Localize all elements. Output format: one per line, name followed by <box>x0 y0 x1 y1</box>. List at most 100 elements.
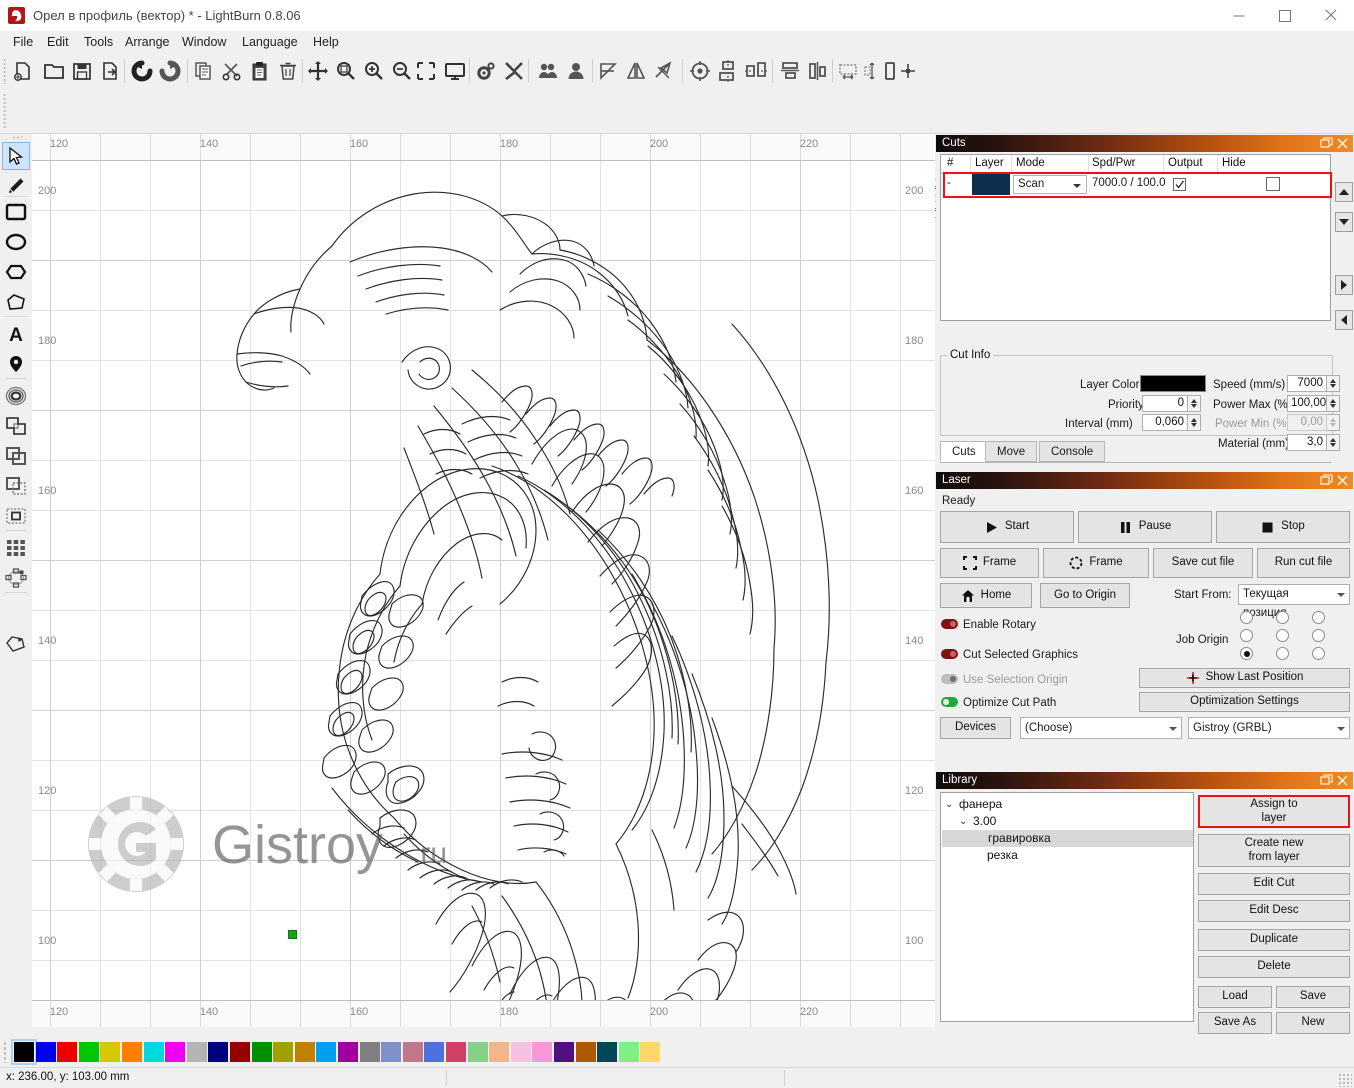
palette-swatch[interactable] <box>78 1042 99 1062</box>
menu-edit[interactable]: Edit <box>40 34 76 51</box>
tab-console[interactable]: Console <box>1039 441 1106 462</box>
tree-item-material[interactable]: ⌄ фанера <box>945 796 1002 813</box>
design-canvas[interactable]: Gistroy .ru <box>32 134 935 1026</box>
palette-swatch[interactable] <box>316 1042 337 1062</box>
align-middle-button[interactable] <box>742 56 770 86</box>
rotate-flip-button[interactable] <box>650 56 678 86</box>
palette-swatch[interactable] <box>57 1042 78 1062</box>
library-tree[interactable]: ⌄ фанера ⌄ 3.00 гравировка резка <box>940 792 1194 1022</box>
export-file-button[interactable] <box>96 56 124 86</box>
palette-swatch[interactable] <box>424 1042 445 1062</box>
toolbar-grip-1[interactable] <box>3 58 7 84</box>
priority-spinner[interactable] <box>1188 395 1201 412</box>
device-choose-select[interactable]: (Choose) <box>1020 717 1182 739</box>
devices-button[interactable]: Devices <box>940 717 1011 739</box>
palette-swatch[interactable] <box>575 1042 596 1062</box>
power-max-input[interactable]: 100,00 <box>1287 395 1327 412</box>
palette-swatch[interactable] <box>402 1042 423 1062</box>
row-mode-select[interactable]: Scan <box>1013 175 1087 194</box>
palette-swatch[interactable] <box>381 1042 402 1062</box>
boolean-subtract-tool[interactable] <box>2 442 30 470</box>
job-origin-middle-center[interactable] <box>1276 629 1289 642</box>
cut-selected-graphics-toggle[interactable] <box>941 649 958 659</box>
save-cut-file-button[interactable]: Save cut file <box>1153 548 1253 578</box>
palette-swatch[interactable] <box>597 1042 618 1062</box>
tree-item-cut[interactable]: резка <box>987 847 1018 864</box>
palette-swatch[interactable] <box>100 1042 121 1062</box>
open-file-button[interactable] <box>40 56 68 86</box>
start-button[interactable]: Start <box>940 511 1074 543</box>
palette-swatch[interactable] <box>165 1042 186 1062</box>
menu-language[interactable]: Language <box>235 34 305 51</box>
flip-horizontal-button[interactable] <box>594 56 622 86</box>
job-origin-bottom-left[interactable] <box>1240 647 1253 660</box>
enable-rotary-toggle[interactable] <box>941 619 958 629</box>
pause-button[interactable]: Pause <box>1078 511 1212 543</box>
frame-square-button[interactable]: Frame <box>940 548 1039 578</box>
palette-swatch[interactable] <box>338 1042 358 1062</box>
row-output-checkbox[interactable] <box>1173 178 1186 191</box>
center-target-button[interactable] <box>686 56 714 86</box>
close-button[interactable] <box>1308 0 1354 31</box>
tab-move[interactable]: Move <box>985 441 1038 462</box>
palette-swatch[interactable] <box>359 1042 380 1062</box>
assign-to-layer-button[interactable]: Assign to layer <box>1198 795 1350 828</box>
polygon-tool[interactable] <box>2 258 30 286</box>
zoom-selection-button[interactable] <box>412 56 440 86</box>
frame-round-button[interactable]: Frame <box>1043 548 1149 578</box>
tool-palette-grip[interactable] <box>12 136 22 140</box>
start-from-select[interactable]: Текущая позиция <box>1238 584 1350 619</box>
cuts-float-icon[interactable] <box>1320 137 1333 150</box>
move-layer-down-button[interactable] <box>1335 212 1353 232</box>
save-button[interactable]: Save <box>1276 986 1350 1008</box>
move-layer-right-button[interactable] <box>1335 275 1353 295</box>
delete-button[interactable]: Delete <box>1198 956 1350 978</box>
palette-swatch[interactable] <box>186 1042 207 1062</box>
delete-button[interactable] <box>274 56 302 86</box>
move-layer-left-button[interactable] <box>1335 310 1353 330</box>
power-min-spinner[interactable] <box>1327 414 1340 431</box>
boolean-union-tool[interactable] <box>2 412 30 440</box>
save-as-button[interactable]: Save As <box>1198 1012 1272 1034</box>
offset-tool[interactable] <box>2 382 30 410</box>
priority-input[interactable]: 0 <box>1142 395 1188 412</box>
laser-close-icon[interactable] <box>1336 474 1349 487</box>
table-row[interactable]: - Scan 7000.0 / 100.0 <box>941 173 1330 197</box>
palette-swatch[interactable] <box>230 1042 250 1062</box>
palette-swatch[interactable] <box>618 1042 639 1062</box>
select-tool[interactable] <box>2 142 30 170</box>
boolean-exclude-tool[interactable] <box>2 502 30 530</box>
align-center-button[interactable] <box>714 56 742 86</box>
redo-button[interactable] <box>156 56 184 86</box>
move-layer-up-button[interactable] <box>1335 182 1353 202</box>
job-origin-bottom-right[interactable] <box>1312 647 1325 660</box>
edit-cut-button[interactable]: Edit Cut <box>1198 873 1350 895</box>
library-float-icon[interactable] <box>1320 774 1333 787</box>
optimize-cut-path-toggle[interactable] <box>941 697 958 707</box>
paste-button[interactable] <box>246 56 274 86</box>
menu-help[interactable]: Help <box>306 34 346 51</box>
layer-color-swatch[interactable] <box>1140 375 1206 392</box>
menu-arrange[interactable]: Arrange <box>118 34 176 51</box>
array-tool[interactable] <box>2 534 30 562</box>
power-max-spinner[interactable] <box>1327 395 1340 412</box>
palette-swatch[interactable] <box>489 1042 510 1062</box>
row-hide-checkbox[interactable] <box>1266 177 1280 191</box>
palette-swatch[interactable] <box>251 1042 272 1062</box>
align-columns-button[interactable] <box>804 56 832 86</box>
job-origin-top-left[interactable] <box>1240 611 1253 624</box>
palette-swatch[interactable] <box>122 1042 142 1062</box>
ellipse-tool[interactable] <box>2 228 30 256</box>
job-origin-middle-left[interactable] <box>1240 629 1253 642</box>
move-view-button[interactable] <box>304 56 332 86</box>
palette-swatch[interactable] <box>532 1042 553 1062</box>
use-selection-origin-toggle[interactable] <box>941 674 958 684</box>
resize-grip[interactable] <box>1338 1073 1352 1087</box>
chevron-down-icon[interactable]: ⌄ <box>945 796 953 813</box>
stop-button[interactable]: Stop <box>1216 511 1350 543</box>
palette-swatch[interactable] <box>294 1042 315 1062</box>
load-button[interactable]: Load <box>1198 986 1272 1008</box>
palette-swatch[interactable] <box>467 1042 488 1062</box>
run-cut-file-button[interactable]: Run cut file <box>1257 548 1350 578</box>
laser-float-icon[interactable] <box>1320 474 1333 487</box>
